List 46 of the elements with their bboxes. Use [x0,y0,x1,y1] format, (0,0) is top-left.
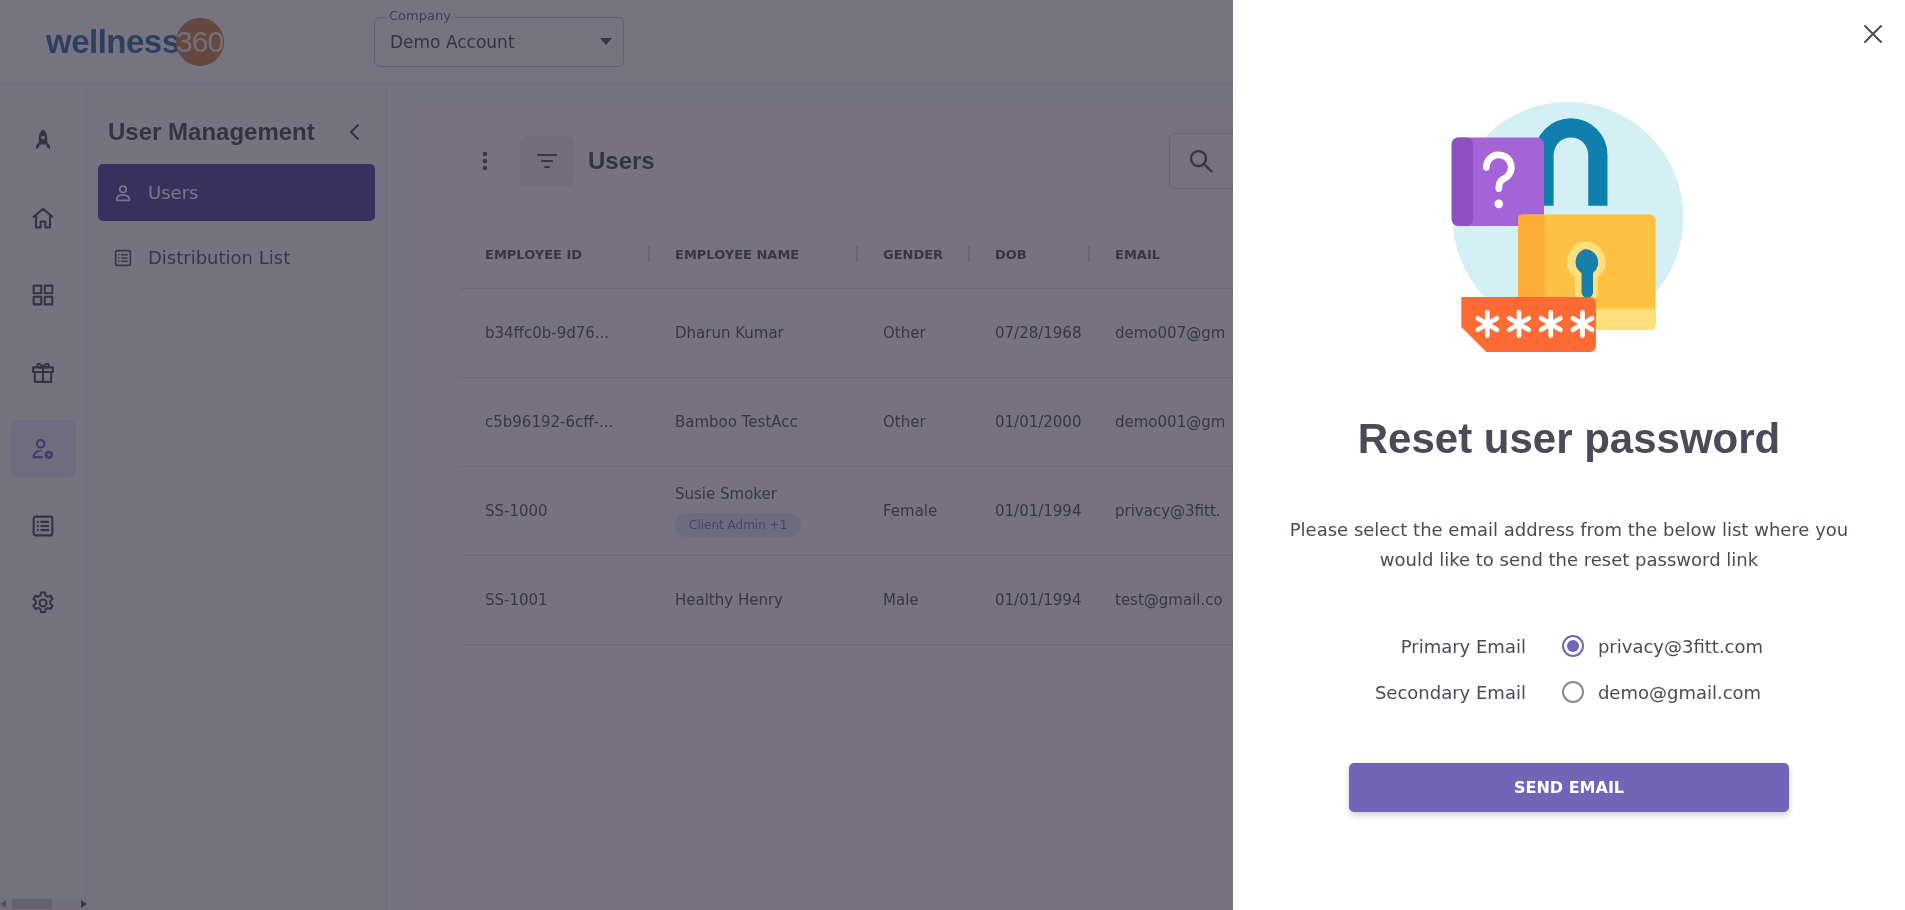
sidebar-item-label: Users [148,182,199,203]
search-icon [1187,148,1214,174]
table-cell: Susie Smoker [675,485,777,503]
table-cell: Healthy Henry [650,555,858,645]
more-options-icon[interactable] [480,149,490,173]
column-header: EMPLOYEE ID [460,220,650,289]
table-cell: SS-1001 [460,555,650,645]
instruction-text: Please select the email address from the below list where you would like to send the reset password link [1288,518,1850,572]
radio-icon[interactable] [1561,635,1584,657]
column-header: DOB [970,220,1090,289]
sidebar-item-label: Distribution List [148,247,291,268]
table-cell: SS-1000 [460,466,650,556]
radio-icon[interactable] [1561,681,1584,703]
sidebar-item[interactable]: Distribution List [98,229,375,286]
table-cell: Other [858,288,970,378]
table-cell: c5b96192-6cff-... [460,377,650,467]
table-cell: b34ffc0b-9d76... [460,288,650,378]
table-cell: Other [858,377,970,467]
table-cell: 01/01/2000 [970,377,1090,467]
user-gear-nav-button[interactable] [10,420,76,478]
send-email-button[interactable]: SEND EMAIL [1349,763,1789,812]
column-header: GENDER [858,220,970,289]
email-radio-option[interactable]: privacy@3fitt.com [1561,635,1764,657]
dialog-title: Reset user password [1357,415,1781,463]
table-cell: 01/01/1994 [970,466,1090,556]
field-value: Demo Account [390,31,516,52]
panel-title: Users [588,147,655,175]
table-cell: 07/28/1968 [970,288,1090,378]
column-header: EMPLOYEE NAME [650,220,858,289]
email-radio-option[interactable]: demo@gmail.com [1561,681,1764,703]
option-label: Secondary Email [1374,681,1526,703]
section-title: User Management [108,118,315,146]
table-cell: Male [858,555,970,645]
table-cell: Bamboo TestAcc [650,377,858,467]
caret-icon [600,38,612,45]
table-cell: Dharun Kumar [650,288,858,378]
scrollbar[interactable] [0,898,87,910]
table-cell: 01/01/1994 [970,555,1090,645]
table-cell: Female [858,466,970,556]
close-button[interactable] [1861,22,1885,46]
filter-button[interactable] [520,136,574,186]
close-icon [1861,22,1885,46]
sidebar-item[interactable]: Users [98,164,375,221]
option-label: Primary Email [1399,635,1526,657]
scroll-left-icon[interactable] [0,900,6,908]
scroll-right-icon[interactable] [80,900,87,908]
